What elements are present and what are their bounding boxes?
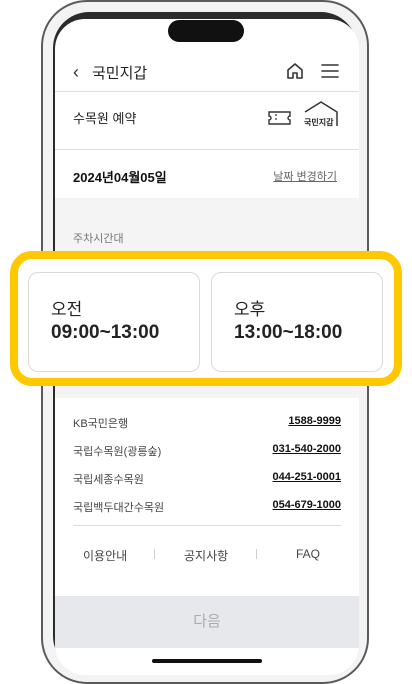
contact-name: KB국민은행: [73, 418, 129, 430]
divider: [55, 149, 359, 150]
next-button[interactable]: 다음: [55, 596, 359, 648]
divider: [73, 525, 341, 526]
home-indicator: [152, 659, 262, 663]
ticket-icon[interactable]: [267, 110, 292, 126]
menu-icon[interactable]: [320, 62, 340, 80]
slot-time: 09:00~13:00: [51, 322, 160, 343]
contact-row: KB국민은행 1588-9999: [73, 409, 341, 437]
selected-date: 2024년04월05일: [73, 170, 167, 185]
separator: [154, 549, 155, 559]
contact-row: 국립백두대간수목원 054-679-1000: [73, 493, 341, 521]
separator: [256, 549, 257, 559]
back-button[interactable]: ‹: [73, 63, 79, 81]
contact-phone-link[interactable]: 054-679-1000: [272, 499, 341, 511]
slot-label: 오전: [51, 300, 83, 319]
contact-row: 국립수목원(광릉숲) 031-540-2000: [73, 437, 341, 465]
app-title: 국민지갑: [92, 65, 148, 82]
home-icon[interactable]: [285, 61, 305, 81]
notice-link[interactable]: 공지사항: [184, 547, 228, 564]
slot-time: 13:00~18:00: [234, 322, 343, 343]
parking-time-label: 주차시간대: [73, 233, 124, 245]
camera-notch: [168, 20, 244, 42]
time-slot-afternoon[interactable]: 오후 13:00~18:00: [211, 272, 383, 372]
top-app-bar: ‹ 국민지갑: [55, 57, 359, 87]
faq-link[interactable]: FAQ: [296, 547, 320, 561]
slot-label: 오후: [234, 300, 266, 319]
change-date-link[interactable]: 날짜 변경하기: [273, 168, 337, 184]
contact-phone-link[interactable]: 031-540-2000: [272, 443, 341, 455]
contact-phone-link[interactable]: 044-251-0001: [272, 471, 341, 483]
kb-wallet-logo-text: 국민지갑: [304, 118, 334, 127]
usage-guide-link[interactable]: 이용안내: [83, 547, 127, 564]
time-slot-morning[interactable]: 오전 09:00~13:00: [28, 272, 200, 372]
contact-phone-link[interactable]: 1588-9999: [288, 415, 341, 427]
contact-row: 국립세종수목원 044-251-0001: [73, 465, 341, 493]
contact-name: 국립세종수목원: [73, 474, 144, 486]
divider: [55, 91, 359, 92]
page-title: 수목원 예약: [73, 111, 137, 126]
footer-links: 이용안내 공지사항 FAQ: [55, 547, 359, 567]
contact-name: 국립수목원(광릉숲): [73, 446, 162, 458]
contact-name: 국립백두대간수목원: [73, 502, 165, 514]
contact-list: KB국민은행 1588-9999 국립수목원(광릉숲) 031-540-2000…: [73, 409, 341, 521]
